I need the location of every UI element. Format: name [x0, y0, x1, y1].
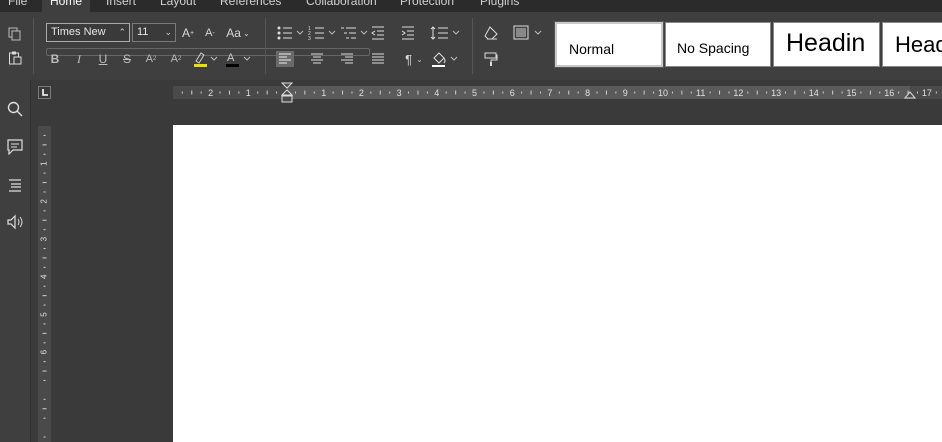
multilevel-list-icon[interactable] — [340, 24, 368, 42]
decrease-font-icon[interactable]: A- — [202, 25, 218, 41]
style-heading-1-label: Headin — [786, 29, 866, 57]
menu-home[interactable]: Home — [42, 0, 91, 12]
subscript-button[interactable]: A2 — [168, 52, 184, 66]
change-case-button[interactable]: Aa ⌄ — [224, 25, 252, 41]
color-scheme-icon[interactable] — [512, 24, 544, 42]
highlight-color-button[interactable] — [192, 50, 218, 68]
ruler-label: 10 — [658, 88, 668, 98]
ruler-label: 1 — [321, 88, 326, 98]
style-normal[interactable]: Normal — [554, 21, 664, 68]
menu-collaboration[interactable]: Collaboration — [306, 0, 377, 8]
align-right-button[interactable] — [338, 51, 356, 67]
font-size-value: 11 — [137, 26, 149, 38]
font-size-input[interactable]: 11 ⌄ — [132, 23, 176, 42]
clear-formatting-icon[interactable] — [482, 24, 500, 42]
style-normal-label: Normal — [569, 41, 615, 57]
menu-layout[interactable]: Layout — [160, 0, 196, 8]
line-spacing-icon[interactable] — [430, 24, 460, 42]
right-indent-marker[interactable] — [904, 88, 916, 100]
ruler-label: 3 — [40, 236, 49, 241]
increase-indent-icon[interactable] — [400, 24, 416, 42]
style-heading-1[interactable]: Headin — [773, 22, 880, 67]
highlight-swatch — [194, 64, 207, 67]
ruler-label: 8 — [585, 88, 590, 98]
justify-button[interactable] — [369, 51, 387, 67]
font-color-button[interactable]: A — [224, 50, 252, 68]
superscript-button[interactable]: A2 — [144, 52, 158, 66]
left-sidebar — [0, 80, 31, 442]
ruler-label: 17 — [922, 88, 932, 98]
ruler-label: 12 — [733, 88, 743, 98]
format-painter-icon[interactable] — [482, 50, 500, 68]
ruler-label: 4 — [434, 88, 439, 98]
shading-icon[interactable] — [430, 50, 460, 68]
decrease-indent-icon[interactable] — [370, 24, 386, 42]
paste-icon[interactable] — [5, 49, 25, 67]
font-name-value: Times New — [51, 26, 106, 38]
ruler-label: 6 — [510, 88, 515, 98]
align-left-button[interactable] — [276, 51, 294, 67]
style-no-spacing-label: No Spacing — [677, 40, 750, 56]
ruler-label: 1 — [246, 88, 251, 98]
document-page[interactable] — [173, 125, 942, 442]
ruler-label: 4 — [40, 274, 49, 279]
copy-icon[interactable] — [5, 25, 25, 43]
underline-button[interactable]: U — [96, 52, 110, 66]
change-case-label: Aa — [226, 26, 241, 40]
menu-protection[interactable]: Protection — [400, 0, 454, 8]
home-toolbar: Times New ⌃ 11 ⌄ A + A- Aa ⌄ B I U S A2 A2… — [0, 12, 942, 80]
ruler-label: 7 — [547, 88, 552, 98]
increase-font-icon[interactable]: A + — [180, 25, 196, 41]
bold-button[interactable]: B — [48, 52, 62, 66]
numbered-list-icon[interactable]: 123 — [308, 24, 336, 42]
ruler-label: 3 — [397, 88, 402, 98]
menu-plugins[interactable]: Plugins — [480, 0, 519, 8]
ruler-label: 2 — [359, 88, 364, 98]
comment-icon[interactable] — [5, 137, 25, 157]
vertical-ruler-ticks: 1 2 3 4 5 6 — [40, 134, 49, 438]
ruler-label: 16 — [884, 88, 894, 98]
ruler-label: 9 — [623, 88, 628, 98]
ruler-label: 14 — [809, 88, 819, 98]
ruler-label: 2 — [208, 88, 213, 98]
paragraph-marks-icon[interactable]: ¶ ⌄ — [400, 50, 428, 68]
chevron-down-icon: ⌄ — [164, 27, 172, 37]
ruler-label: 2 — [40, 199, 49, 204]
align-center-button[interactable] — [308, 51, 326, 67]
menu-file[interactable]: File — [8, 0, 27, 8]
ruler-label: 5 — [40, 312, 49, 317]
font-name-input[interactable]: Times New ⌃ — [46, 23, 130, 42]
ruler-label: 15 — [846, 88, 856, 98]
menu-insert[interactable]: Insert — [106, 0, 136, 8]
navigation-icon[interactable] — [5, 175, 25, 195]
ruler-label: 5 — [472, 88, 477, 98]
italic-button[interactable]: I — [72, 52, 86, 66]
style-no-spacing[interactable]: No Spacing — [665, 22, 771, 67]
bullet-list-icon[interactable] — [276, 24, 304, 42]
ruler-label: 1 — [40, 161, 49, 166]
ruler-label: 6 — [40, 349, 49, 354]
chevron-up-icon: ⌃ — [118, 27, 126, 37]
menu-bar: File Home Insert Layout References Colla… — [0, 0, 942, 12]
indent-marker[interactable] — [281, 82, 293, 104]
ruler-label: 11 — [696, 88, 705, 98]
ruler-label: 13 — [771, 88, 781, 98]
svg-text:A: A — [227, 52, 235, 64]
style-heading-2[interactable]: Head — [882, 22, 942, 67]
strikethrough-button[interactable]: S — [120, 52, 134, 66]
style-heading-2-label: Head — [895, 32, 942, 57]
svg-text:3: 3 — [308, 36, 311, 41]
search-icon[interactable] — [5, 99, 25, 119]
tab-stop-selector[interactable] — [38, 86, 51, 99]
speaker-icon[interactable] — [5, 212, 25, 232]
menu-references[interactable]: References — [220, 0, 281, 8]
